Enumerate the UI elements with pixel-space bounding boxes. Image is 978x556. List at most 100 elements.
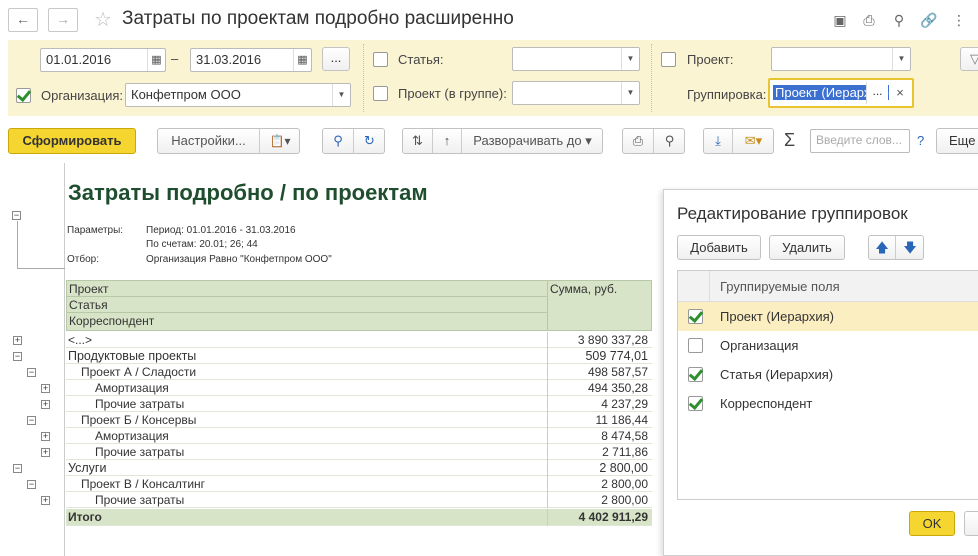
table-row[interactable]: Услуги 2 800,00 xyxy=(66,460,652,476)
download-icon[interactable]: ⤓ xyxy=(704,129,733,153)
item-checkbox[interactable] xyxy=(688,367,703,382)
table-row[interactable]: Прочие затраты 4 237,29 xyxy=(66,396,652,412)
project-checkbox[interactable] xyxy=(661,52,676,67)
column-divider xyxy=(547,332,548,348)
search-icon[interactable]: ⚲ xyxy=(323,129,354,153)
more-vertical-icon[interactable]: ⋮ xyxy=(948,9,970,31)
chevron-down-icon[interactable]: ▼ xyxy=(621,82,639,104)
row-value: 509 774,01 xyxy=(585,349,648,363)
article-checkbox[interactable] xyxy=(373,52,388,67)
item-checkbox[interactable] xyxy=(688,338,703,353)
date-to-field[interactable]: 31.03.2016 ▦ xyxy=(190,48,312,72)
back-arrow-icon[interactable]: ← xyxy=(8,8,38,32)
search-next-icon[interactable]: ↻ xyxy=(354,129,384,153)
forward-arrow-icon[interactable]: → xyxy=(48,8,78,32)
item-checkbox[interactable] xyxy=(688,309,703,324)
generate-button[interactable]: Сформировать xyxy=(8,128,136,154)
table-row[interactable]: Прочие затраты 2 711,86 xyxy=(66,444,652,460)
add-button[interactable]: Добавить xyxy=(677,235,761,260)
sum-icon[interactable]: Σ xyxy=(784,130,795,151)
export-group: ⤓ ✉▾ xyxy=(703,128,774,154)
grouping-select-button[interactable]: ... xyxy=(866,82,888,104)
collapse-icon[interactable]: − xyxy=(27,416,36,425)
collapse-header-icon[interactable]: − xyxy=(12,211,21,220)
table-row[interactable]: Проект Б / Консервы 11 186,44 xyxy=(66,412,652,428)
row-value: 2 711,86 xyxy=(602,445,648,459)
article-field[interactable]: ▼ xyxy=(512,47,640,71)
print-icon[interactable]: ⎙ xyxy=(623,129,654,153)
project-group-checkbox[interactable] xyxy=(373,86,388,101)
row-value: 8 474,58 xyxy=(601,429,648,443)
print-icon[interactable]: ⎙ xyxy=(858,9,880,31)
date-from-field[interactable]: 01.01.2016 ▦ xyxy=(40,48,166,72)
collapse-icon[interactable]: − xyxy=(13,464,22,473)
item-checkbox[interactable] xyxy=(688,396,703,411)
expand-icon[interactable]: + xyxy=(41,448,50,457)
chevron-down-icon[interactable]: ▼ xyxy=(332,84,350,106)
collapse-icon[interactable]: − xyxy=(13,352,22,361)
settings-button[interactable]: Настройки... xyxy=(158,129,260,153)
table-row[interactable]: Проект А / Сладости 498 587,57 xyxy=(66,364,652,380)
table-row[interactable]: <...> 3 890 337,28 xyxy=(66,332,652,348)
row-value: 3 890 337,28 xyxy=(577,333,648,347)
chevron-down-icon[interactable]: ▼ xyxy=(621,48,639,70)
grouping-dialog: Редактирование группировок Добавить Удал… xyxy=(663,189,978,556)
project-field[interactable]: ▼ xyxy=(771,47,911,71)
article-label: Статья: xyxy=(398,52,444,67)
preview-icon[interactable]: ⚲ xyxy=(888,9,910,31)
search-input[interactable]: Введите слов... xyxy=(810,129,910,153)
total-row[interactable]: Итого 4 402 911,29 xyxy=(66,509,652,526)
link-icon[interactable]: 🔗 xyxy=(918,9,940,31)
collapse-icon[interactable]: − xyxy=(27,480,36,489)
period-select-button[interactable]: ... xyxy=(322,47,350,71)
divider xyxy=(363,44,364,112)
organization-field[interactable]: Конфетпром ООО ▼ xyxy=(125,83,351,107)
expand-icon[interactable]: + xyxy=(41,400,50,409)
list-item[interactable]: Статья (Иерархия) xyxy=(678,360,978,389)
row-name: Амортизация xyxy=(95,429,169,443)
list-item[interactable]: Организация xyxy=(678,331,978,360)
table-row[interactable]: Амортизация 8 474,58 xyxy=(66,428,652,444)
calendar-icon[interactable]: ▦ xyxy=(147,49,165,71)
collapse-sort-icon[interactable]: ⇅ xyxy=(403,129,433,153)
date-from-value: 01.01.2016 xyxy=(46,52,112,67)
calendar-icon[interactable]: ▦ xyxy=(293,49,311,71)
tree-line xyxy=(17,268,65,269)
grouping-clear-icon[interactable]: × xyxy=(889,82,911,104)
expand-icon[interactable]: + xyxy=(41,384,50,393)
variant-dropdown-icon[interactable]: 📋▾ xyxy=(260,129,299,153)
filter-icon[interactable]: ▽ xyxy=(960,47,978,71)
chevron-down-icon[interactable]: ▼ xyxy=(892,48,910,70)
total-label: Итого xyxy=(68,510,102,524)
expand-icon[interactable]: + xyxy=(41,496,50,505)
cancel-button[interactable] xyxy=(964,511,978,536)
report-title: Затраты подробно / по проектам xyxy=(68,180,428,205)
more-button[interactable]: Еще xyxy=(936,128,978,154)
help-icon[interactable]: ? xyxy=(917,133,924,148)
expand-icon[interactable]: + xyxy=(41,432,50,441)
filter-value: Организация Равно "Конфетпром ООО" xyxy=(146,254,332,265)
email-icon[interactable]: ✉▾ xyxy=(733,129,773,153)
list-item[interactable]: Корреспондент xyxy=(678,389,978,418)
item-label: Проект (Иерархия) xyxy=(720,309,835,324)
table-row[interactable]: Продуктовые проекты 509 774,01 xyxy=(66,348,652,364)
organization-checkbox[interactable] xyxy=(16,88,31,103)
expand-to-dropdown[interactable]: Разворачивать до ▾ xyxy=(462,129,602,153)
favorite-star-icon[interactable]: ☆ xyxy=(94,7,112,32)
expand-icon[interactable]: + xyxy=(13,336,22,345)
table-row[interactable]: Проект В / Консалтинг 2 800,00 xyxy=(66,476,652,492)
table-row[interactable]: Амортизация 494 350,28 xyxy=(66,380,652,396)
arrow-up-icon[interactable]: 🡅 xyxy=(869,236,896,259)
project-group-field[interactable]: ▼ xyxy=(512,81,640,105)
ok-button[interactable]: OK xyxy=(909,511,955,536)
list-item[interactable]: Проект (Иерархия) xyxy=(678,302,978,331)
tree-line xyxy=(17,221,18,268)
expand-sort-icon[interactable]: ↑ xyxy=(433,129,462,153)
table-row[interactable]: Прочие затраты 2 800,00 xyxy=(66,492,652,508)
arrow-down-icon[interactable]: 🡇 xyxy=(896,236,923,259)
delete-button[interactable]: Удалить xyxy=(769,235,845,260)
print-preview-icon[interactable]: ⚲ xyxy=(654,129,684,153)
filter-label: Отбор: xyxy=(67,254,99,265)
collapse-icon[interactable]: − xyxy=(27,368,36,377)
save-icon[interactable]: ▣ xyxy=(829,9,851,31)
